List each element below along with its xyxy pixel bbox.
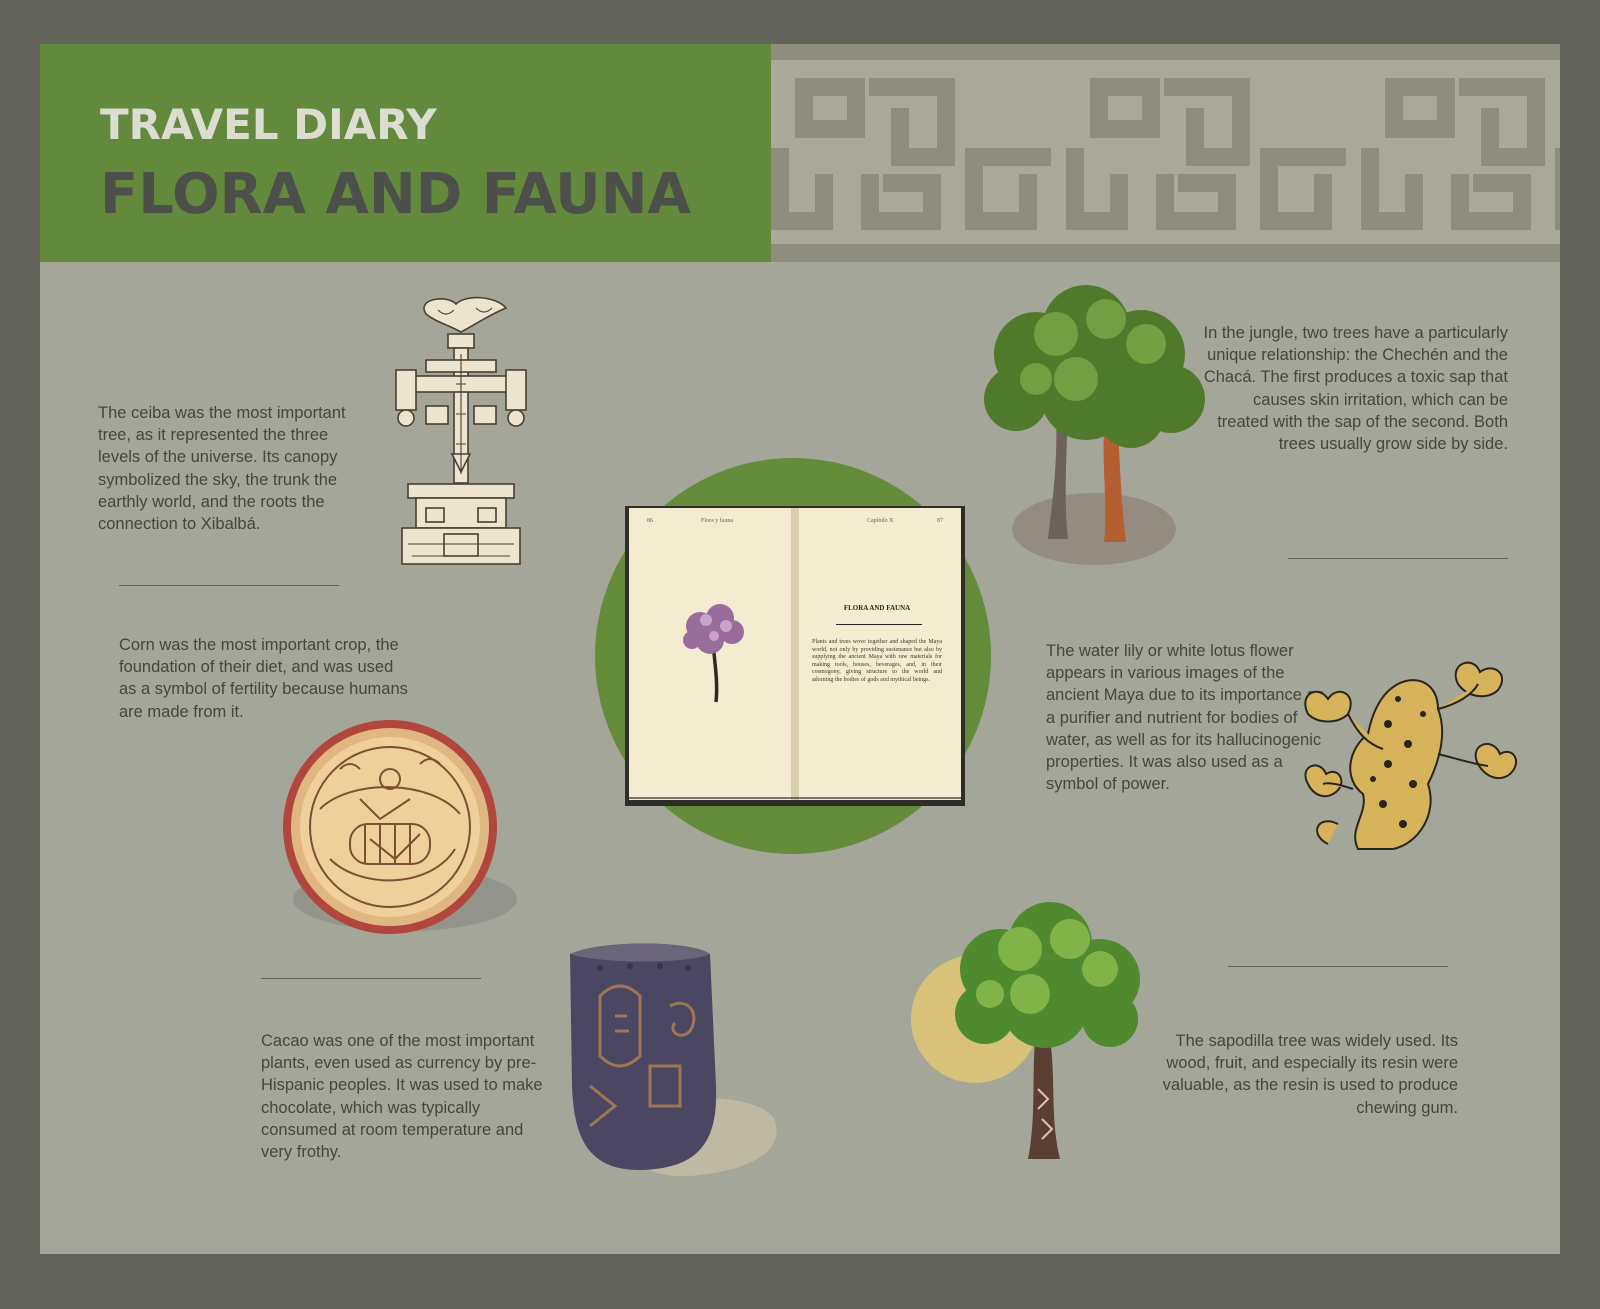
jacaranda-tree-icon [680, 604, 750, 704]
cacao-description: Cacao was one of the most important plan… [261, 1032, 543, 1162]
book-left-running-head: Flora y fauna [701, 518, 733, 524]
divider [1228, 966, 1448, 967]
fret-pattern-icon [771, 44, 1560, 262]
ceiba-description: The ceiba was the most important tree, a… [98, 404, 346, 534]
divider [1288, 558, 1508, 559]
sapodilla-description: The sapodilla tree was widely used. Its … [1162, 1032, 1458, 1117]
cacao-vessel-icon [560, 936, 790, 1196]
sapodilla-tree-icon [910, 899, 1160, 1169]
corn-description: Corn was the most important crop, the fo… [119, 636, 408, 721]
page-title: FLORA AND FAUNA [100, 162, 691, 227]
maya-plate-icon [280, 719, 520, 954]
ceiba-cosmic-tree-icon [386, 294, 536, 569]
divider [261, 978, 481, 979]
book-right-running-head: Capítulo X [867, 518, 894, 524]
poster-panel: TRAVEL DIARY FLORA AND FAUNA The ceiba w… [40, 44, 1560, 1254]
divider [119, 585, 339, 586]
jungle-trees-description: In the jungle, two trees have a particul… [1203, 324, 1508, 454]
book-body: Plants and trees wove together and shape… [812, 639, 942, 683]
book-heading: FLORA AND FAUNA [843, 604, 911, 612]
jaguar-lotus-icon [1288, 654, 1518, 869]
header-title-block: TRAVEL DIARY FLORA AND FAUNA [40, 44, 771, 262]
header-kicker: TRAVEL DIARY [100, 100, 437, 149]
water-lily-description: The water lily or white lotus flower app… [1046, 642, 1324, 794]
book-left-page-number: 86 [647, 518, 653, 524]
book-heading-rule [836, 624, 922, 625]
twin-trees-icon [976, 284, 1216, 574]
book-right-page-number: 87 [937, 518, 943, 524]
